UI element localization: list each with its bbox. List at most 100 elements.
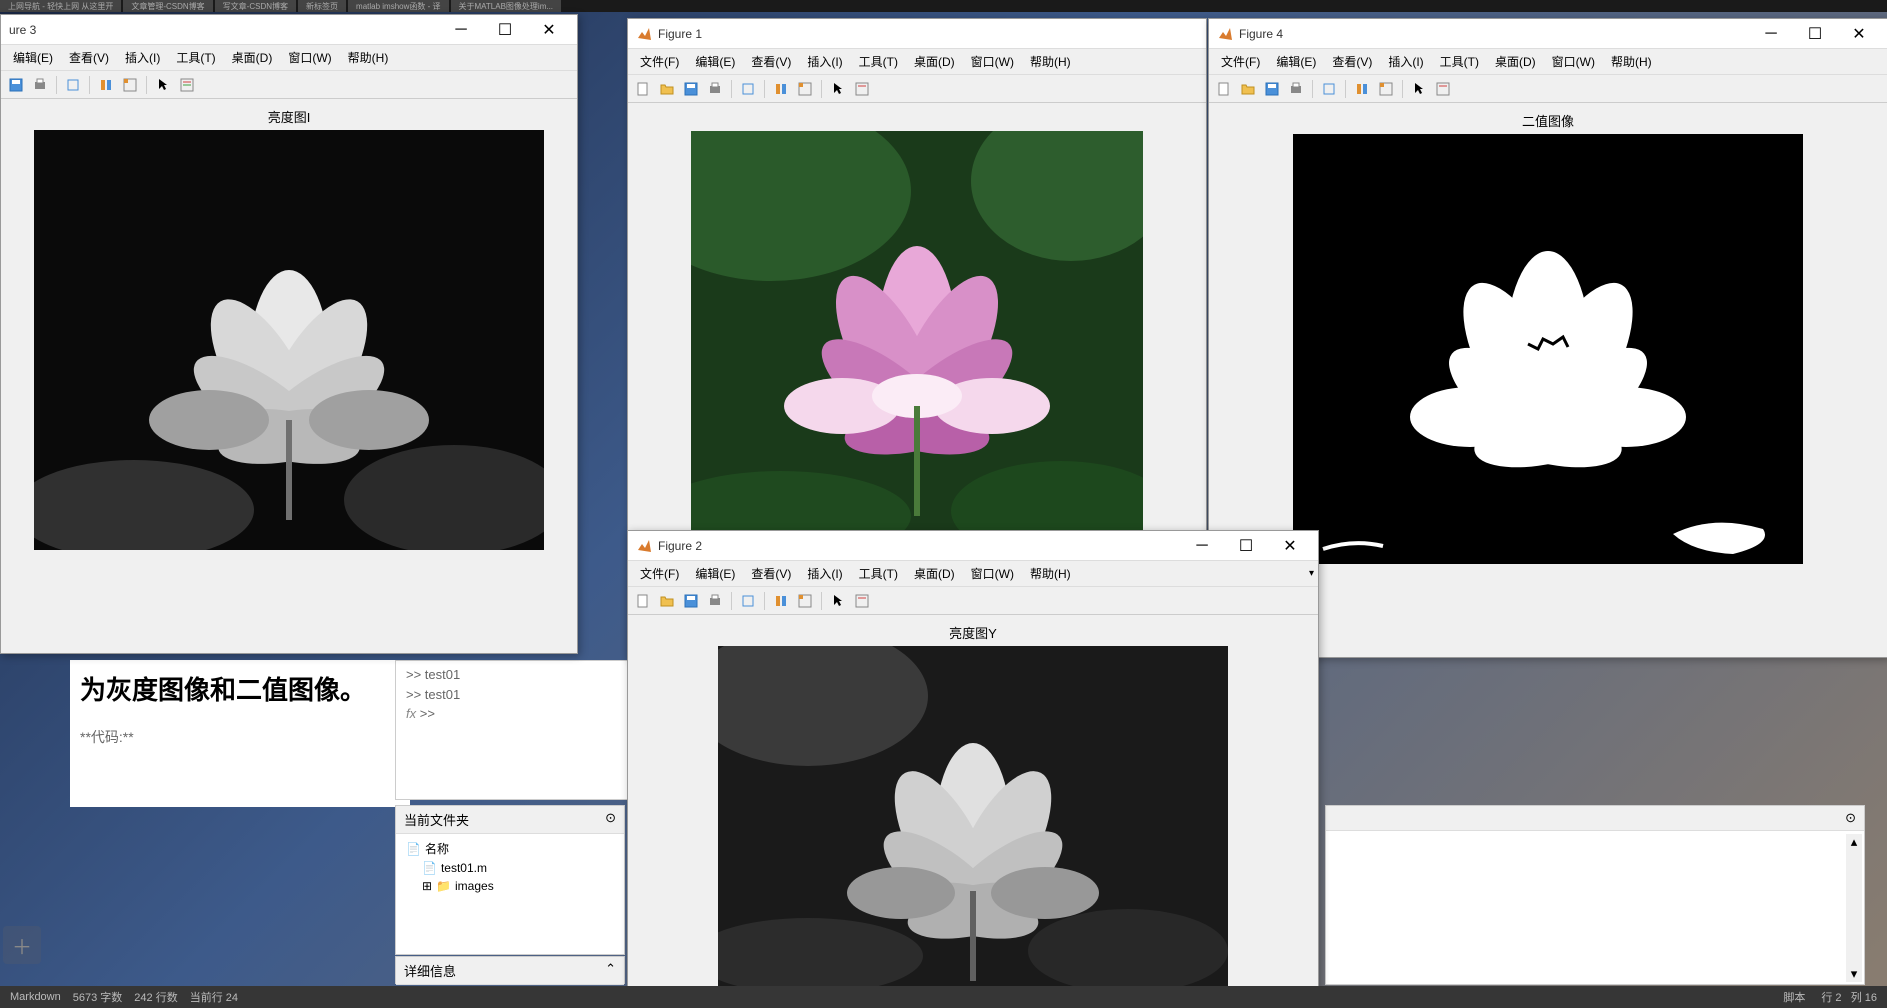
folder-header[interactable]: 📄 名称 bbox=[406, 838, 614, 859]
titlebar[interactable]: Figure 4 ─ ☐ ✕ bbox=[1209, 19, 1887, 49]
expand-icon[interactable]: ⊞ bbox=[422, 879, 432, 893]
insert-legend-icon[interactable] bbox=[851, 78, 873, 100]
pointer-icon[interactable] bbox=[152, 74, 174, 96]
rotate-icon[interactable] bbox=[770, 78, 792, 100]
scroll-up-icon[interactable]: ▴ bbox=[1846, 834, 1862, 850]
link-icon[interactable] bbox=[62, 74, 84, 96]
open-file-icon[interactable] bbox=[656, 78, 678, 100]
menu-view[interactable]: 查看(V) bbox=[743, 561, 799, 586]
file-item[interactable]: 📄 test01.m bbox=[406, 859, 614, 877]
new-file-icon[interactable] bbox=[1213, 78, 1235, 100]
menu-insert[interactable]: 插入(I) bbox=[1380, 49, 1431, 74]
maximize-button[interactable]: ☐ bbox=[1795, 20, 1835, 48]
browser-tab[interactable]: 写文章-CSDN博客 bbox=[215, 0, 296, 12]
menu-edit[interactable]: 编辑(E) bbox=[687, 49, 743, 74]
menu-help[interactable]: 帮助(H) bbox=[1022, 561, 1079, 586]
rotate-icon[interactable] bbox=[95, 74, 117, 96]
titlebar[interactable]: Figure 2 ─ ☐ ✕ bbox=[628, 531, 1318, 561]
rotate-icon[interactable] bbox=[1351, 78, 1373, 100]
menu-desktop[interactable]: 桌面(D) bbox=[224, 45, 281, 70]
menu-view[interactable]: 查看(V) bbox=[1324, 49, 1380, 74]
minimize-button[interactable]: ─ bbox=[1182, 532, 1222, 560]
menu-window[interactable]: 窗口(W) bbox=[963, 561, 1022, 586]
print-icon[interactable] bbox=[704, 590, 726, 612]
pointer-icon[interactable] bbox=[827, 590, 849, 612]
colorbar-icon[interactable] bbox=[119, 74, 141, 96]
browser-tab[interactable]: 关于MATLAB图像处理im... bbox=[451, 0, 562, 12]
menu-desktop[interactable]: 桌面(D) bbox=[1487, 49, 1544, 74]
menu-help[interactable]: 帮助(H) bbox=[1603, 49, 1660, 74]
save-icon[interactable] bbox=[680, 590, 702, 612]
add-button[interactable]: ＋ bbox=[3, 926, 41, 964]
pointer-icon[interactable] bbox=[1408, 78, 1430, 100]
menu-edit[interactable]: 编辑(E) bbox=[5, 45, 61, 70]
pointer-icon[interactable] bbox=[827, 78, 849, 100]
panel-header[interactable]: 详细信息 ⌃ bbox=[396, 957, 624, 985]
browser-tab[interactable]: 新标签页 bbox=[298, 0, 346, 12]
menu-tools[interactable]: 工具(T) bbox=[851, 49, 906, 74]
insert-legend-icon[interactable] bbox=[1432, 78, 1454, 100]
menu-file[interactable]: 文件(F) bbox=[632, 561, 687, 586]
new-file-icon[interactable] bbox=[632, 78, 654, 100]
browser-tab[interactable]: 文章管理-CSDN博客 bbox=[123, 0, 212, 12]
print-icon[interactable] bbox=[1285, 78, 1307, 100]
open-file-icon[interactable] bbox=[1237, 78, 1259, 100]
save-icon[interactable] bbox=[1261, 78, 1283, 100]
browser-tab[interactable]: matlab imshow函数 - 译 bbox=[348, 0, 448, 12]
close-button[interactable]: ✕ bbox=[1839, 20, 1879, 48]
link-icon[interactable] bbox=[737, 590, 759, 612]
save-icon[interactable] bbox=[680, 78, 702, 100]
menu-help[interactable]: 帮助(H) bbox=[1022, 49, 1079, 74]
print-icon[interactable] bbox=[704, 78, 726, 100]
menu-window[interactable]: 窗口(W) bbox=[1544, 49, 1603, 74]
save-icon[interactable] bbox=[5, 74, 27, 96]
new-file-icon[interactable] bbox=[632, 590, 654, 612]
panel-menu-icon[interactable]: ⊙ bbox=[605, 810, 616, 829]
rotate-icon[interactable] bbox=[770, 590, 792, 612]
print-icon[interactable] bbox=[29, 74, 51, 96]
minimize-button[interactable]: ─ bbox=[441, 16, 481, 44]
colorbar-icon[interactable] bbox=[794, 78, 816, 100]
titlebar[interactable]: ure 3 ─ ☐ ✕ bbox=[1, 15, 577, 45]
menu-insert[interactable]: 插入(I) bbox=[117, 45, 168, 70]
menu-file[interactable]: 文件(F) bbox=[632, 49, 687, 74]
menu-insert[interactable]: 插入(I) bbox=[799, 49, 850, 74]
browser-tab[interactable]: 上网导航 - 轻快上网 从这里开 bbox=[0, 0, 121, 12]
close-button[interactable]: ✕ bbox=[529, 16, 569, 44]
menu-edit[interactable]: 编辑(E) bbox=[687, 561, 743, 586]
collapse-icon[interactable]: ⌃ bbox=[605, 961, 616, 980]
menu-insert[interactable]: 插入(I) bbox=[799, 561, 850, 586]
menu-view[interactable]: 查看(V) bbox=[61, 45, 117, 70]
menu-tools[interactable]: 工具(T) bbox=[1432, 49, 1487, 74]
menu-desktop[interactable]: 桌面(D) bbox=[906, 561, 963, 586]
link-icon[interactable] bbox=[737, 78, 759, 100]
status-cursor: 行 2 列 16 bbox=[1821, 989, 1877, 1005]
insert-legend-icon[interactable] bbox=[176, 74, 198, 96]
titlebar[interactable]: Figure 1 bbox=[628, 19, 1206, 49]
insert-legend-icon[interactable] bbox=[851, 590, 873, 612]
panel-menu-icon[interactable]: ⊙ bbox=[1845, 810, 1856, 826]
color-lotus-image bbox=[691, 131, 1143, 551]
colorbar-icon[interactable] bbox=[794, 590, 816, 612]
menu-view[interactable]: 查看(V) bbox=[743, 49, 799, 74]
menu-tools[interactable]: 工具(T) bbox=[851, 561, 906, 586]
maximize-button[interactable]: ☐ bbox=[485, 16, 525, 44]
menu-help[interactable]: 帮助(H) bbox=[340, 45, 397, 70]
open-file-icon[interactable] bbox=[656, 590, 678, 612]
folder-tree: 📄 名称 📄 test01.m ⊞ 📁 images bbox=[396, 834, 624, 899]
menu-tools[interactable]: 工具(T) bbox=[168, 45, 223, 70]
maximize-button[interactable]: ☐ bbox=[1226, 532, 1266, 560]
close-button[interactable]: ✕ bbox=[1270, 532, 1310, 560]
scrollbar[interactable]: ▴ ▾ bbox=[1846, 834, 1862, 982]
menu-window[interactable]: 窗口(W) bbox=[963, 49, 1022, 74]
menu-window[interactable]: 窗口(W) bbox=[280, 45, 339, 70]
menu-file[interactable]: 文件(F) bbox=[1213, 49, 1268, 74]
menu-desktop[interactable]: 桌面(D) bbox=[906, 49, 963, 74]
scroll-down-icon[interactable]: ▾ bbox=[1846, 966, 1862, 982]
menu-edit[interactable]: 编辑(E) bbox=[1268, 49, 1324, 74]
folder-item[interactable]: ⊞ 📁 images bbox=[406, 877, 614, 895]
menu-overflow-icon[interactable]: ▾ bbox=[1309, 568, 1314, 579]
minimize-button[interactable]: ─ bbox=[1751, 20, 1791, 48]
colorbar-icon[interactable] bbox=[1375, 78, 1397, 100]
link-icon[interactable] bbox=[1318, 78, 1340, 100]
